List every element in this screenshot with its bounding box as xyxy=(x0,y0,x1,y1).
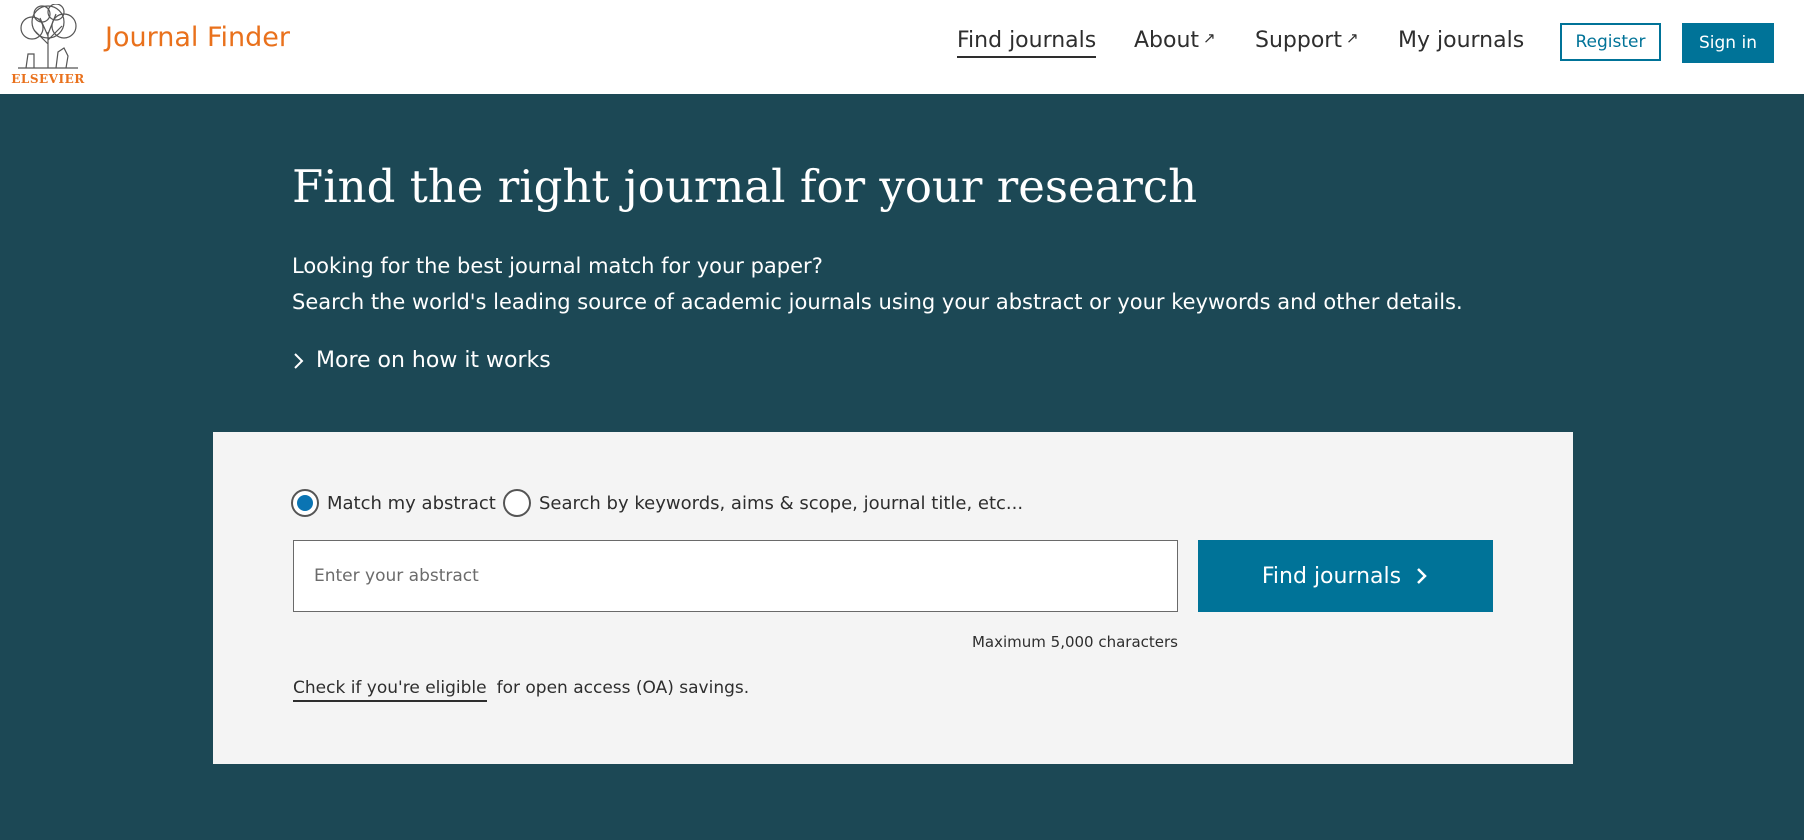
nav-support[interactable]: Support ↗ xyxy=(1255,28,1359,53)
radio-match-abstract-label: Match my abstract xyxy=(327,492,496,514)
external-link-icon: ↗ xyxy=(1203,29,1216,47)
nav-about-label: About xyxy=(1134,28,1200,53)
radio-search-keywords[interactable]: Search by keywords, aims & scope, journa… xyxy=(503,489,1023,517)
radio-match-abstract[interactable]: Match my abstract xyxy=(291,489,496,517)
hero-subtitle-line-1: Looking for the best journal match for y… xyxy=(292,254,823,278)
nav-my-journals[interactable]: My journals xyxy=(1398,28,1524,53)
radio-search-keywords-label: Search by keywords, aims & scope, journa… xyxy=(539,492,1024,514)
sign-in-button[interactable]: Sign in xyxy=(1682,23,1774,63)
max-characters-hint: Maximum 5,000 characters xyxy=(971,633,1178,651)
chevron-right-icon xyxy=(1417,568,1427,584)
external-link-icon: ↗ xyxy=(1345,29,1359,47)
radio-button-selected[interactable] xyxy=(291,489,319,517)
more-on-how-it-works-toggle[interactable]: More on how it works xyxy=(292,348,551,373)
register-button[interactable]: Register xyxy=(1560,23,1661,61)
radio-button-unselected[interactable] xyxy=(503,489,531,517)
hero-title: Find the right journal for your research xyxy=(292,160,1198,213)
hero-subtitle-line-2: Search the world's leading source of aca… xyxy=(292,290,1463,314)
app-title[interactable]: Journal Finder xyxy=(105,22,290,53)
chevron-right-icon xyxy=(294,352,304,369)
elsevier-logo[interactable]: ELSEVIER xyxy=(10,4,86,86)
open-access-text: for open access (OA) savings. xyxy=(496,678,750,698)
tree-logo-icon xyxy=(18,4,78,69)
check-eligibility-link[interactable]: Check if you're eligible xyxy=(293,678,487,702)
nav-find-journals[interactable]: Find journals xyxy=(957,28,1097,58)
site-header: ELSEVIER Journal Finder Find journals Ab… xyxy=(0,0,1804,94)
elsevier-wordmark: ELSEVIER xyxy=(11,72,85,86)
find-journals-button[interactable]: Find journals xyxy=(1198,540,1493,612)
open-access-line: Check if you're eligible for open access … xyxy=(293,678,750,702)
find-journals-button-label: Find journals xyxy=(1261,563,1402,589)
more-link-label: More on how it works xyxy=(316,348,551,373)
nav-support-label: Support xyxy=(1255,28,1342,53)
abstract-input[interactable] xyxy=(293,540,1178,612)
nav-about[interactable]: About ↗ xyxy=(1134,28,1216,53)
